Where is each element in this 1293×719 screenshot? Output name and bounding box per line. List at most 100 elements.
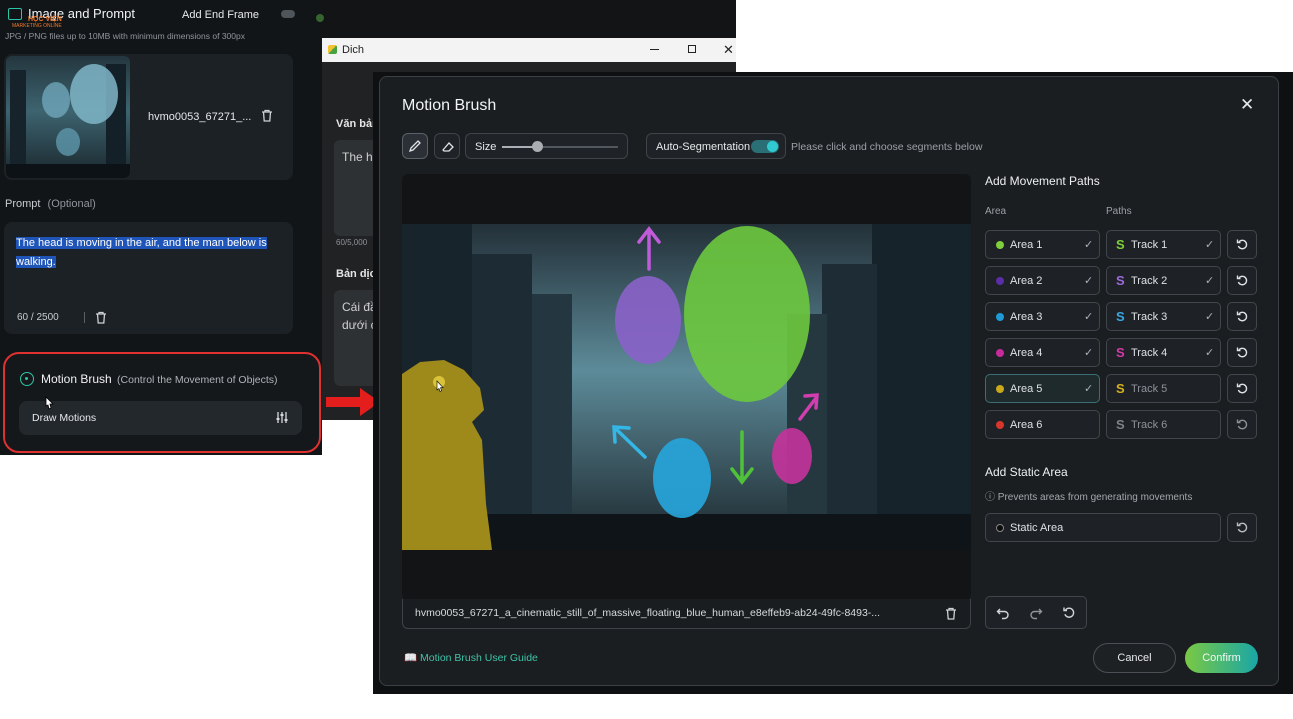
thumbnail[interactable] bbox=[6, 56, 130, 178]
brush-icon bbox=[408, 140, 421, 153]
check-icon: ✓ bbox=[1084, 383, 1094, 395]
path-s-icon: S bbox=[1116, 237, 1125, 252]
eraser-icon bbox=[442, 142, 454, 152]
undo-icon[interactable] bbox=[996, 606, 1010, 620]
draw-motions-label: Draw Motions bbox=[32, 412, 97, 424]
translate-title: Dich bbox=[342, 44, 365, 56]
prompt-text: The head is moving in the air, and the m… bbox=[16, 237, 267, 268]
red-arrow-icon bbox=[326, 388, 380, 416]
track-label: Track 3 bbox=[1131, 311, 1168, 323]
area-chip[interactable]: Area 5 ✓ bbox=[985, 374, 1100, 403]
area-color-dot bbox=[996, 349, 1004, 357]
area-chip[interactable]: Area 4 ✓ bbox=[985, 338, 1100, 367]
divider bbox=[84, 312, 85, 323]
area3-mask bbox=[653, 438, 711, 518]
logo: HỌC VIỆN MARKETING ONLINE bbox=[12, 16, 62, 29]
area-label: Area 2 bbox=[1010, 275, 1043, 287]
user-guide-link[interactable]: 📖 Motion Brush User Guide bbox=[404, 651, 538, 664]
track-reset-button[interactable] bbox=[1227, 374, 1257, 403]
track-chip[interactable]: S Track 6 bbox=[1106, 410, 1221, 439]
path-s-icon: S bbox=[1116, 273, 1125, 288]
translate-titlebar: Dich ✕ bbox=[322, 38, 736, 62]
canvas-filename: hvmo0053_67271_a_cinematic_still_of_mass… bbox=[415, 607, 881, 619]
close-icon[interactable]: ✕ bbox=[1240, 95, 1254, 115]
area-chip[interactable]: Area 2 ✓ bbox=[985, 266, 1100, 295]
motion-brush-modal: Motion Brush ✕ Size Auto-Segmentation Pl… bbox=[379, 76, 1279, 686]
track-chip[interactable]: S Track 5 bbox=[1106, 374, 1221, 403]
prompt-textarea[interactable]: The head is moving in the air, and the m… bbox=[4, 222, 293, 334]
minimize-button[interactable] bbox=[650, 49, 659, 50]
reset-icon bbox=[1236, 311, 1247, 322]
reset-icon bbox=[1236, 522, 1247, 533]
track-chip[interactable]: S Track 3 ✓ bbox=[1106, 302, 1221, 331]
track-reset-button[interactable] bbox=[1227, 410, 1257, 439]
source-count: 60/5,000 bbox=[336, 238, 368, 247]
path-s-icon: S bbox=[1116, 309, 1125, 324]
track-chip[interactable]: S Track 4 ✓ bbox=[1106, 338, 1221, 367]
area-color-dot bbox=[996, 421, 1004, 429]
translate-app-icon bbox=[328, 45, 337, 54]
close-icon[interactable]: ✕ bbox=[723, 42, 734, 58]
clear-prompt-icon[interactable] bbox=[95, 311, 107, 324]
area-label: Area 5 bbox=[1010, 383, 1043, 395]
check-icon: ✓ bbox=[1084, 347, 1094, 359]
auto-seg-toggle[interactable] bbox=[751, 140, 779, 153]
track-reset-button[interactable] bbox=[1227, 338, 1257, 367]
static-title: Add Static Area bbox=[985, 465, 1068, 479]
area-label: Area 3 bbox=[1010, 311, 1043, 323]
area-chip[interactable]: Area 1 ✓ bbox=[985, 230, 1100, 259]
reset-icon bbox=[1236, 347, 1247, 358]
check-icon: ✓ bbox=[1084, 275, 1094, 287]
path-s-icon: S bbox=[1116, 381, 1125, 396]
reset-icon bbox=[1236, 383, 1247, 394]
motion-brush-section: Motion Brush (Control the Movement of Ob… bbox=[3, 352, 321, 453]
track-label: Track 6 bbox=[1131, 419, 1168, 431]
track-chip[interactable]: S Track 2 ✓ bbox=[1106, 266, 1221, 295]
maximize-button[interactable] bbox=[688, 45, 696, 53]
track-label: Track 2 bbox=[1131, 275, 1168, 287]
scene-image bbox=[402, 224, 971, 550]
segment-hint: Please click and choose segments below bbox=[791, 141, 983, 153]
area-chip[interactable]: Area 3 ✓ bbox=[985, 302, 1100, 331]
size-control: Size bbox=[465, 133, 628, 159]
area-color-dot bbox=[996, 385, 1004, 393]
eraser-tool-button[interactable] bbox=[434, 133, 460, 159]
image-filename: hvmo0053_67271_... bbox=[148, 111, 252, 123]
auto-segmentation-control: Auto-Segmentation bbox=[646, 133, 786, 159]
track-chip[interactable]: S Track 1 ✓ bbox=[1106, 230, 1221, 259]
check-icon: ✓ bbox=[1205, 275, 1215, 287]
brush-canvas[interactable] bbox=[402, 174, 971, 600]
size-label: Size bbox=[475, 141, 497, 153]
image-prompt-panel: Image and Prompt HỌC VIỆN MARKETING ONLI… bbox=[0, 0, 322, 455]
cancel-button[interactable]: Cancel bbox=[1093, 643, 1176, 673]
confirm-button[interactable]: Confirm bbox=[1185, 643, 1258, 673]
status-dot bbox=[316, 14, 324, 22]
prompt-label: Prompt (Optional) bbox=[5, 198, 96, 210]
track-reset-button[interactable] bbox=[1227, 230, 1257, 259]
static-area-label: Static Area bbox=[1010, 522, 1064, 534]
mouse-cursor-icon bbox=[43, 396, 55, 417]
redo-icon[interactable] bbox=[1029, 606, 1043, 620]
draw-motions-button[interactable]: Draw Motions bbox=[19, 401, 302, 435]
book-icon: 📖 bbox=[404, 652, 418, 664]
static-reset-button[interactable] bbox=[1227, 513, 1257, 542]
reset-icon bbox=[1236, 275, 1247, 286]
settings-sliders-icon[interactable] bbox=[276, 411, 288, 429]
check-icon: ✓ bbox=[1084, 311, 1094, 323]
track-reset-button[interactable] bbox=[1227, 302, 1257, 331]
brush-tool-button[interactable] bbox=[402, 133, 428, 159]
track-reset-button[interactable] bbox=[1227, 266, 1257, 295]
check-icon: ✓ bbox=[1205, 239, 1215, 251]
static-area-dot bbox=[996, 524, 1004, 532]
motion-brush-icon bbox=[20, 372, 34, 386]
area2-mask bbox=[615, 276, 681, 364]
size-slider-thumb[interactable] bbox=[531, 141, 543, 152]
reset-icon bbox=[1236, 419, 1247, 430]
reset-all-icon[interactable] bbox=[1062, 606, 1076, 620]
static-area-chip[interactable]: Static Area bbox=[985, 513, 1221, 542]
area1-mask bbox=[684, 226, 810, 402]
trash-icon[interactable] bbox=[945, 607, 957, 620]
area-chip[interactable]: Area 6 bbox=[985, 410, 1100, 439]
end-frame-toggle[interactable] bbox=[281, 10, 295, 18]
trash-icon[interactable] bbox=[261, 109, 273, 122]
